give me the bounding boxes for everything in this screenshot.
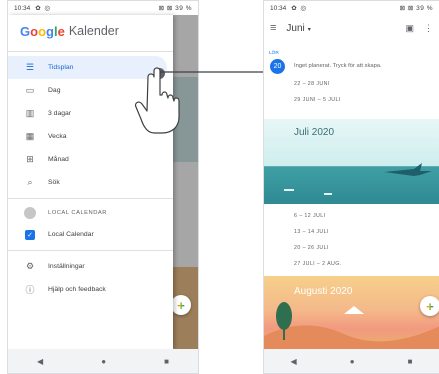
month-label: Juni [286, 22, 305, 34]
drawer-header: Google Kalender [8, 15, 173, 47]
nav-item-search[interactable]: ⌕ Sök [8, 171, 173, 194]
recents-icon[interactable]: ■ [408, 357, 413, 366]
chevron-down-icon: ▾ [307, 26, 311, 33]
app-bar: ≡ Juni ▾ ▣ ⋮ [264, 15, 439, 41]
divider [8, 198, 173, 199]
week-icon: ▦ [25, 131, 35, 141]
nav-label: Vecka [48, 133, 67, 140]
system-nav-bar: ◀ ● ■ [8, 349, 198, 373]
nav-item-month[interactable]: ⊞ Månad [8, 148, 173, 171]
week-range: 13 – 14 JULI [294, 229, 329, 235]
menu-icon[interactable]: ≡ [270, 22, 276, 34]
home-icon[interactable]: ● [101, 357, 106, 366]
nav-label: Tidsplan [48, 64, 74, 71]
today-icon[interactable]: ▣ [405, 23, 414, 34]
empty-day-message[interactable]: Inget planerat. Tryck för att skapa. [294, 63, 382, 69]
nav-label: 3 dagar [48, 110, 72, 117]
system-nav-bar: ◀ ● ■ [264, 349, 439, 373]
help-icon: ⓘ [25, 285, 35, 295]
recents-icon[interactable]: ■ [164, 357, 169, 366]
status-time: 10:34 [14, 4, 31, 12]
nav-item-help[interactable]: ⓘ Hjälp och feedback [8, 278, 173, 301]
status-bar: 10:34 ✿ ◎ ⊠ ⊠ 39 % [264, 1, 439, 15]
divider [8, 250, 173, 251]
fish-illustration [284, 163, 432, 195]
left-phone-screen: 10:34 ✿ ◎ ⊠ ⊠ 39 % + Google Kalender ☰ T… [7, 0, 199, 374]
back-icon[interactable]: ◀ [37, 357, 43, 366]
status-icons: ✿ ◎ [35, 5, 52, 12]
month-selector[interactable]: Juni ▾ [286, 23, 310, 34]
nav-label: Hjälp och feedback [48, 286, 106, 293]
week-range: 20 – 26 JULI [294, 245, 329, 251]
gear-icon: ⚙ [25, 261, 35, 271]
search-icon: ⌕ [27, 177, 33, 187]
status-battery: ⊠ ⊠ 39 % [158, 5, 192, 12]
create-event-button[interactable]: + [171, 295, 191, 315]
day-icon: ▭ [25, 85, 35, 95]
divider [8, 51, 173, 52]
week-range: 27 JULI – 2 AUG. [294, 261, 342, 267]
today-date-badge[interactable]: 20 [270, 59, 285, 74]
google-logo: Google [20, 23, 65, 39]
nav-label: Månad [48, 156, 69, 163]
status-icons: ✿ ◎ [291, 5, 308, 12]
checkbox-checked-icon[interactable]: ✓ [25, 229, 35, 240]
back-icon[interactable]: ◀ [291, 357, 297, 366]
nav-item-settings[interactable]: ⚙ Inställningar [8, 255, 173, 278]
landscape-illustration [264, 302, 439, 351]
right-phone-screen: 10:34 ✿ ◎ ⊠ ⊠ 39 % ≡ Juni ▾ ▣ ⋮ LÖR 20 In… [263, 0, 439, 374]
week-range: 6 – 12 JULI [294, 213, 326, 219]
nav-label: Sök [48, 179, 60, 186]
week-range: 29 JUNI – 5 JULI [294, 97, 341, 103]
home-icon[interactable]: ● [350, 357, 355, 366]
section-label: LOCAL CALENDAR [48, 210, 107, 216]
avatar-icon [24, 207, 36, 219]
status-battery: ⊠ ⊠ 39 % [399, 5, 433, 12]
day-of-week: LÖR [269, 51, 279, 56]
month-banner-august: Augusti 2020 [264, 276, 439, 351]
status-time: 10:34 [270, 4, 287, 12]
nav-label: Inställningar [48, 263, 85, 270]
status-bar: 10:34 ✿ ◎ ⊠ ⊠ 39 % [8, 1, 198, 15]
app-name: Kalender [68, 24, 119, 38]
month-icon: ⊞ [26, 154, 34, 164]
three-days-icon: ▥ [25, 108, 35, 118]
more-icon[interactable]: ⋮ [424, 23, 433, 34]
calendar-toggle-local[interactable]: ✓ Local Calendar [8, 223, 173, 246]
transition-arrow-icon [160, 66, 280, 78]
week-range: 22 – 28 JUNI [294, 81, 330, 87]
month-banner-july: Juli 2020 [264, 119, 439, 204]
account-section-header: LOCAL CALENDAR [8, 203, 173, 223]
nav-label: Dag [48, 87, 61, 94]
create-event-button[interactable]: + [420, 296, 439, 316]
calendar-label: Local Calendar [48, 231, 94, 238]
schedule-icon: ☰ [25, 62, 35, 72]
